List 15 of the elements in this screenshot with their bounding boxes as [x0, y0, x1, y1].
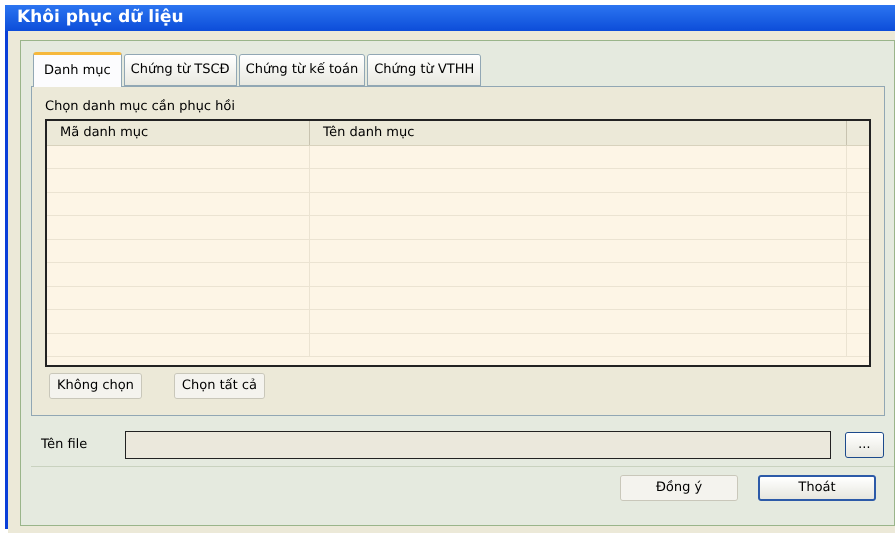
- panel-caption: Chọn danh mục cần phục hồi: [45, 98, 236, 116]
- select-button[interactable]: Chọn tất cả: [174, 372, 265, 398]
- select-button[interactable]: Không chọn: [49, 372, 142, 398]
- window-title: Khôi phục dữ liệu: [5, 5, 895, 30]
- tab[interactable]: Chứng từ kế toán: [238, 54, 366, 86]
- browse-button[interactable]: ...: [844, 432, 884, 458]
- column-header[interactable]: Mã danh mục: [47, 120, 310, 144]
- dialog-button[interactable]: Đồng ý: [620, 474, 738, 500]
- dialog-button[interactable]: Thoát: [758, 474, 876, 500]
- tab[interactable]: Chứng từ VTHH: [367, 54, 482, 86]
- file-name-field[interactable]: [125, 430, 831, 458]
- column-header[interactable]: Tên danh mục: [310, 120, 847, 144]
- tab[interactable]: Danh mục: [33, 52, 122, 86]
- field-label: Tên file: [41, 436, 88, 454]
- tab[interactable]: Chứng từ TSCĐ: [124, 54, 237, 86]
